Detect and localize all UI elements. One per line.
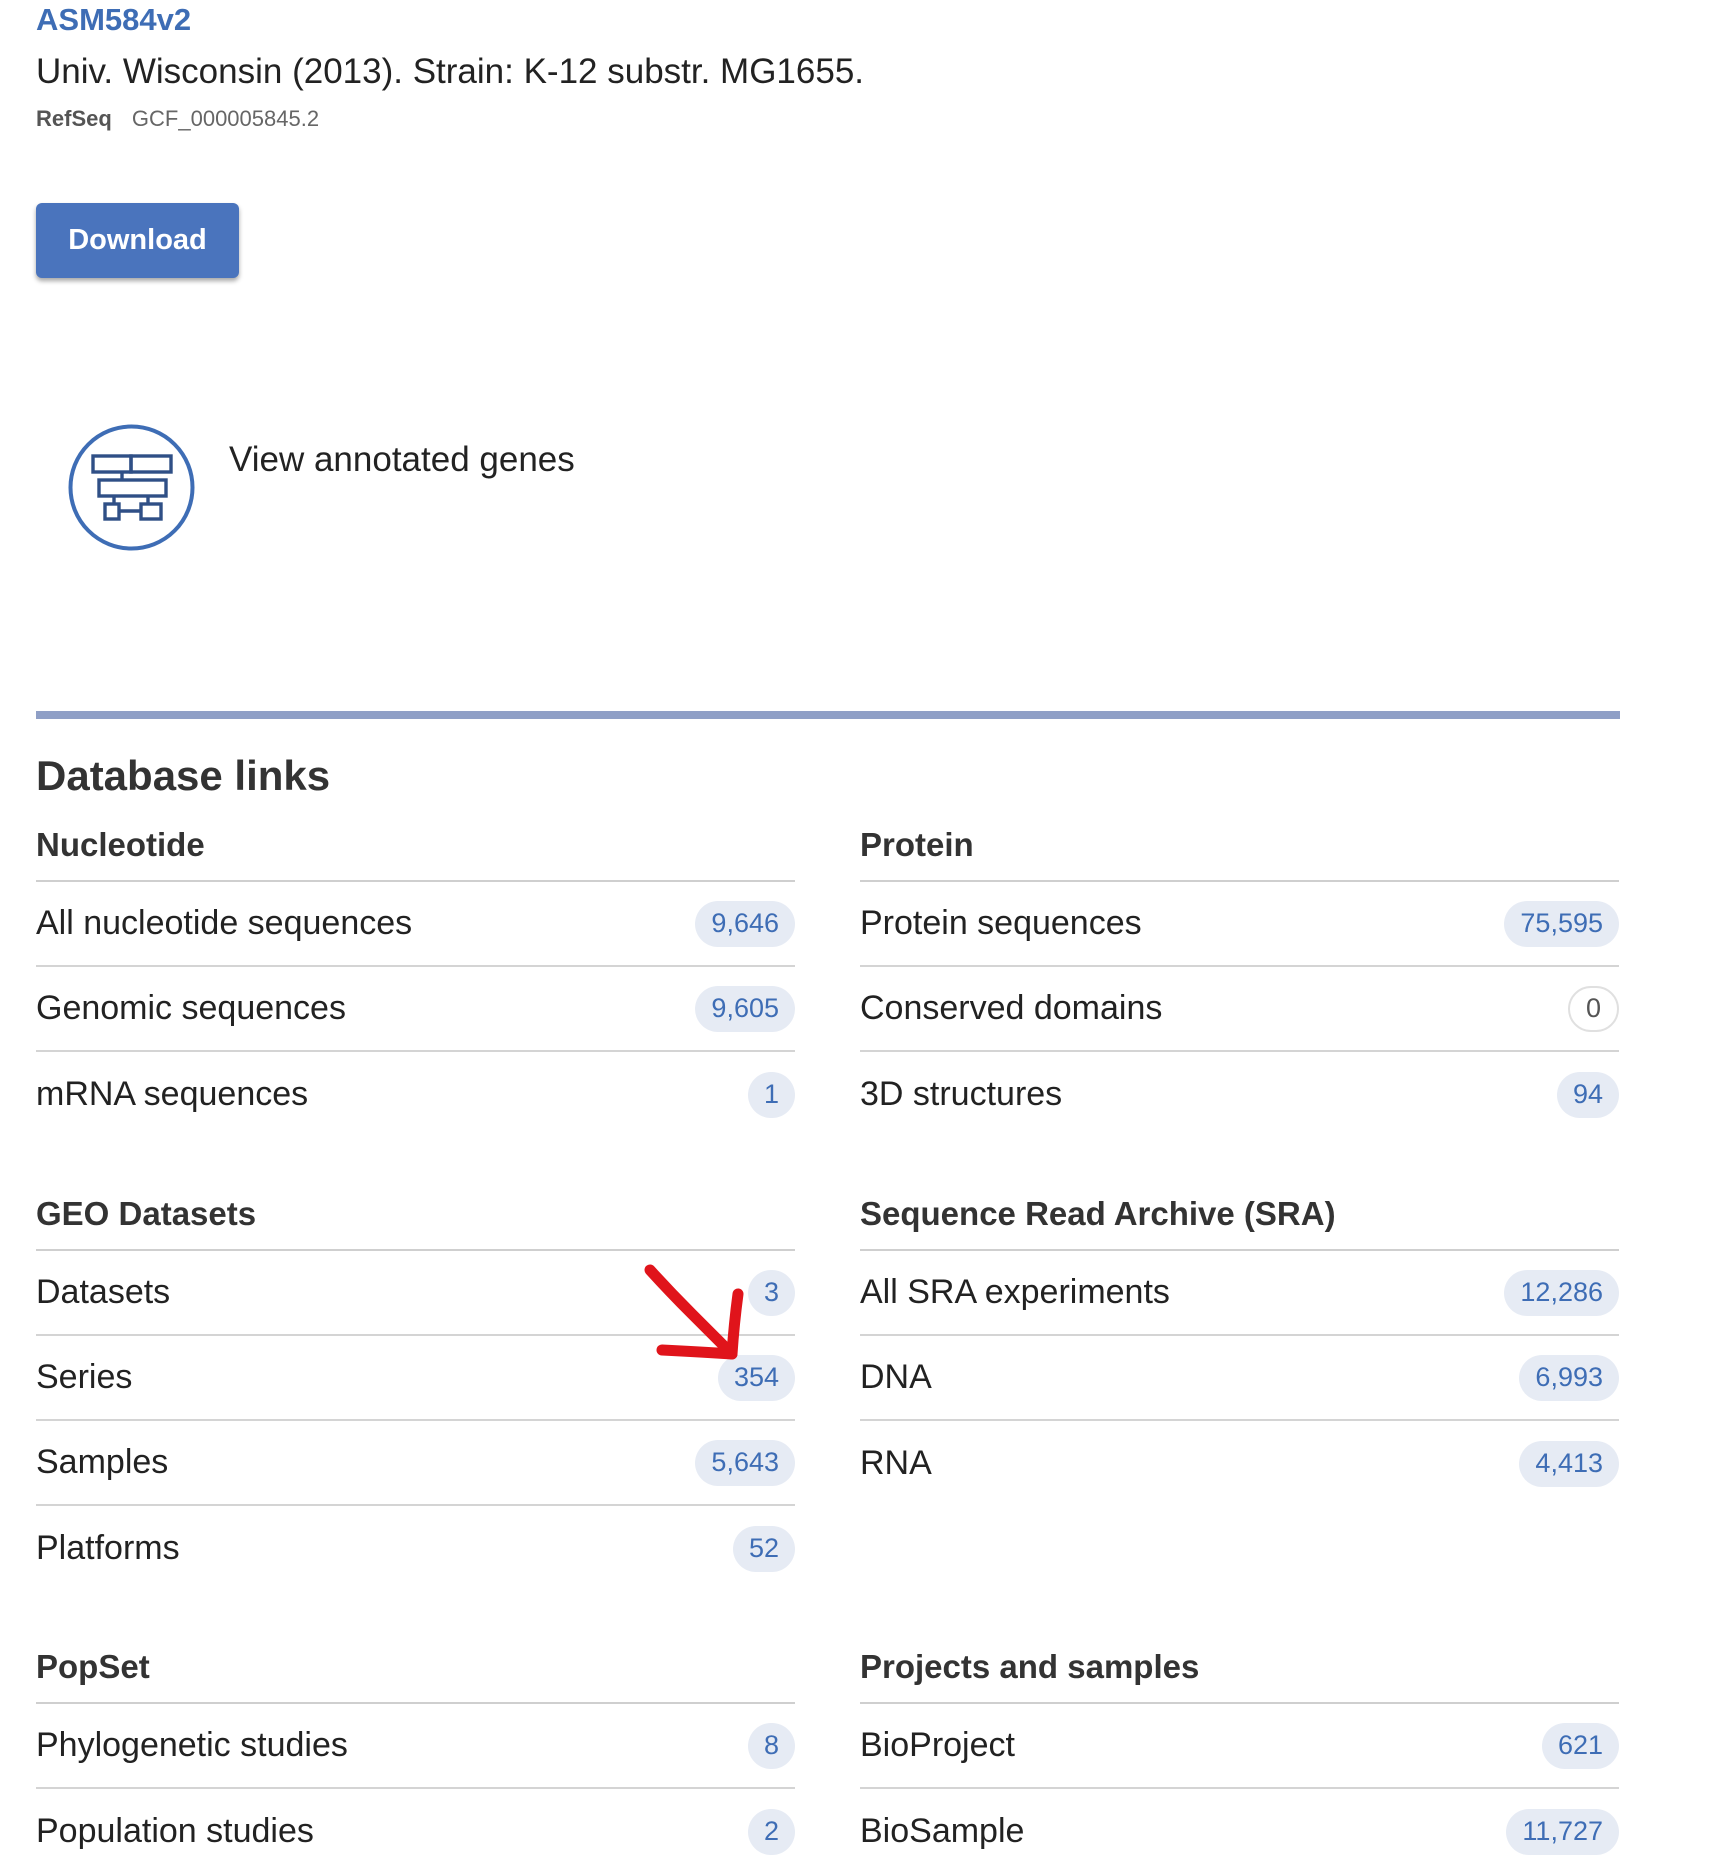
- count-badge: 1: [747, 1071, 795, 1118]
- row-label: Genomic sequences: [36, 989, 346, 1027]
- list-item[interactable]: BioSample 11,727: [860, 1789, 1619, 1872]
- count-badge: 4,413: [1519, 1440, 1619, 1487]
- list-item[interactable]: Platforms 52: [36, 1506, 795, 1591]
- refseq-label: RefSeq: [36, 106, 112, 131]
- count-badge: 75,595: [1504, 900, 1619, 947]
- list-item[interactable]: RNA 4,413: [860, 1421, 1619, 1506]
- gene-structure-icon[interactable]: [68, 424, 195, 551]
- count-badge: 6,993: [1519, 1354, 1619, 1401]
- section-heading: Nucleotide: [36, 804, 795, 882]
- list-item[interactable]: All nucleotide sequences 9,646: [36, 882, 795, 967]
- count-badge: 0: [1567, 985, 1619, 1032]
- view-annotated-genes-link[interactable]: View annotated genes: [229, 440, 575, 480]
- list-item[interactable]: Protein sequences 75,595: [860, 882, 1619, 967]
- row-label: BioSample: [860, 1812, 1025, 1850]
- projects-samples-section: Projects and samples BioProject 621 BioSa…: [860, 1626, 1619, 1872]
- assembly-name-link[interactable]: ASM584v2: [36, 2, 191, 38]
- list-item[interactable]: Population studies 2: [36, 1789, 795, 1872]
- list-item[interactable]: DNA 6,993: [860, 1336, 1619, 1421]
- count-badge: 621: [1541, 1722, 1619, 1769]
- list-item[interactable]: All SRA experiments 12,286: [860, 1251, 1619, 1336]
- list-item[interactable]: Samples 5,643: [36, 1421, 795, 1506]
- section-heading: Protein: [860, 804, 1619, 882]
- count-badge: 5,643: [695, 1439, 795, 1486]
- nucleotide-section: Nucleotide All nucleotide sequences 9,646…: [36, 804, 795, 1137]
- count-badge: 9,605: [695, 985, 795, 1032]
- refseq-accession: GCF_000005845.2: [131, 106, 320, 131]
- count-badge: 9,646: [695, 900, 795, 947]
- row-label: All SRA experiments: [860, 1273, 1170, 1311]
- count-badge: 8: [747, 1722, 795, 1769]
- count-badge: 12,286: [1504, 1269, 1619, 1316]
- database-links-title: Database links: [36, 752, 331, 799]
- assembly-description: Univ. Wisconsin (2013). Strain: K-12 sub…: [36, 52, 865, 91]
- row-label: 3D structures: [860, 1075, 1063, 1113]
- row-label: Series: [36, 1358, 133, 1396]
- section-heading: Sequence Read Archive (SRA): [860, 1173, 1619, 1251]
- row-label: DNA: [860, 1358, 932, 1396]
- geo-datasets-section: GEO Datasets Datasets 3 Series 354 Samples…: [36, 1173, 795, 1591]
- row-label: RNA: [860, 1444, 932, 1482]
- download-button[interactable]: Download: [36, 203, 239, 278]
- list-item[interactable]: BioProject 621: [860, 1704, 1619, 1789]
- row-label: Conserved domains: [860, 989, 1163, 1027]
- list-item[interactable]: Conserved domains 0: [860, 967, 1619, 1052]
- list-item[interactable]: Phylogenetic studies 8: [36, 1704, 795, 1789]
- section-divider: [36, 711, 1620, 719]
- refseq-accession-line: RefSeq GCF_000005845.2: [36, 106, 319, 132]
- count-badge: 2: [747, 1808, 795, 1855]
- count-badge: 3: [747, 1269, 795, 1316]
- list-item[interactable]: Genomic sequences 9,605: [36, 967, 795, 1052]
- count-badge: 94: [1556, 1071, 1619, 1118]
- list-item[interactable]: Datasets 3: [36, 1251, 795, 1336]
- count-badge: 11,727: [1506, 1808, 1619, 1855]
- list-item[interactable]: 3D structures 94: [860, 1052, 1619, 1137]
- list-item[interactable]: mRNA sequences 1: [36, 1052, 795, 1137]
- row-label: Samples: [36, 1443, 169, 1481]
- row-label: Protein sequences: [860, 904, 1142, 942]
- row-label: All nucleotide sequences: [36, 904, 413, 942]
- protein-section: Protein Protein sequences 75,595 Conserve…: [860, 804, 1619, 1137]
- count-badge: 354: [717, 1354, 795, 1401]
- row-label: mRNA sequences: [36, 1075, 309, 1113]
- row-label: Platforms: [36, 1529, 180, 1567]
- row-label: Phylogenetic studies: [36, 1726, 348, 1764]
- section-heading: Projects and samples: [860, 1626, 1619, 1704]
- row-label: BioProject: [860, 1726, 1015, 1764]
- popset-section: PopSet Phylogenetic studies 8 Population …: [36, 1626, 795, 1872]
- row-label: Population studies: [36, 1812, 314, 1850]
- section-heading: GEO Datasets: [36, 1173, 795, 1251]
- row-label: Datasets: [36, 1273, 171, 1311]
- list-item[interactable]: Series 354: [36, 1336, 795, 1421]
- count-badge: 52: [732, 1525, 795, 1572]
- section-heading: PopSet: [36, 1626, 795, 1704]
- sra-section: Sequence Read Archive (SRA) All SRA expe…: [860, 1173, 1619, 1506]
